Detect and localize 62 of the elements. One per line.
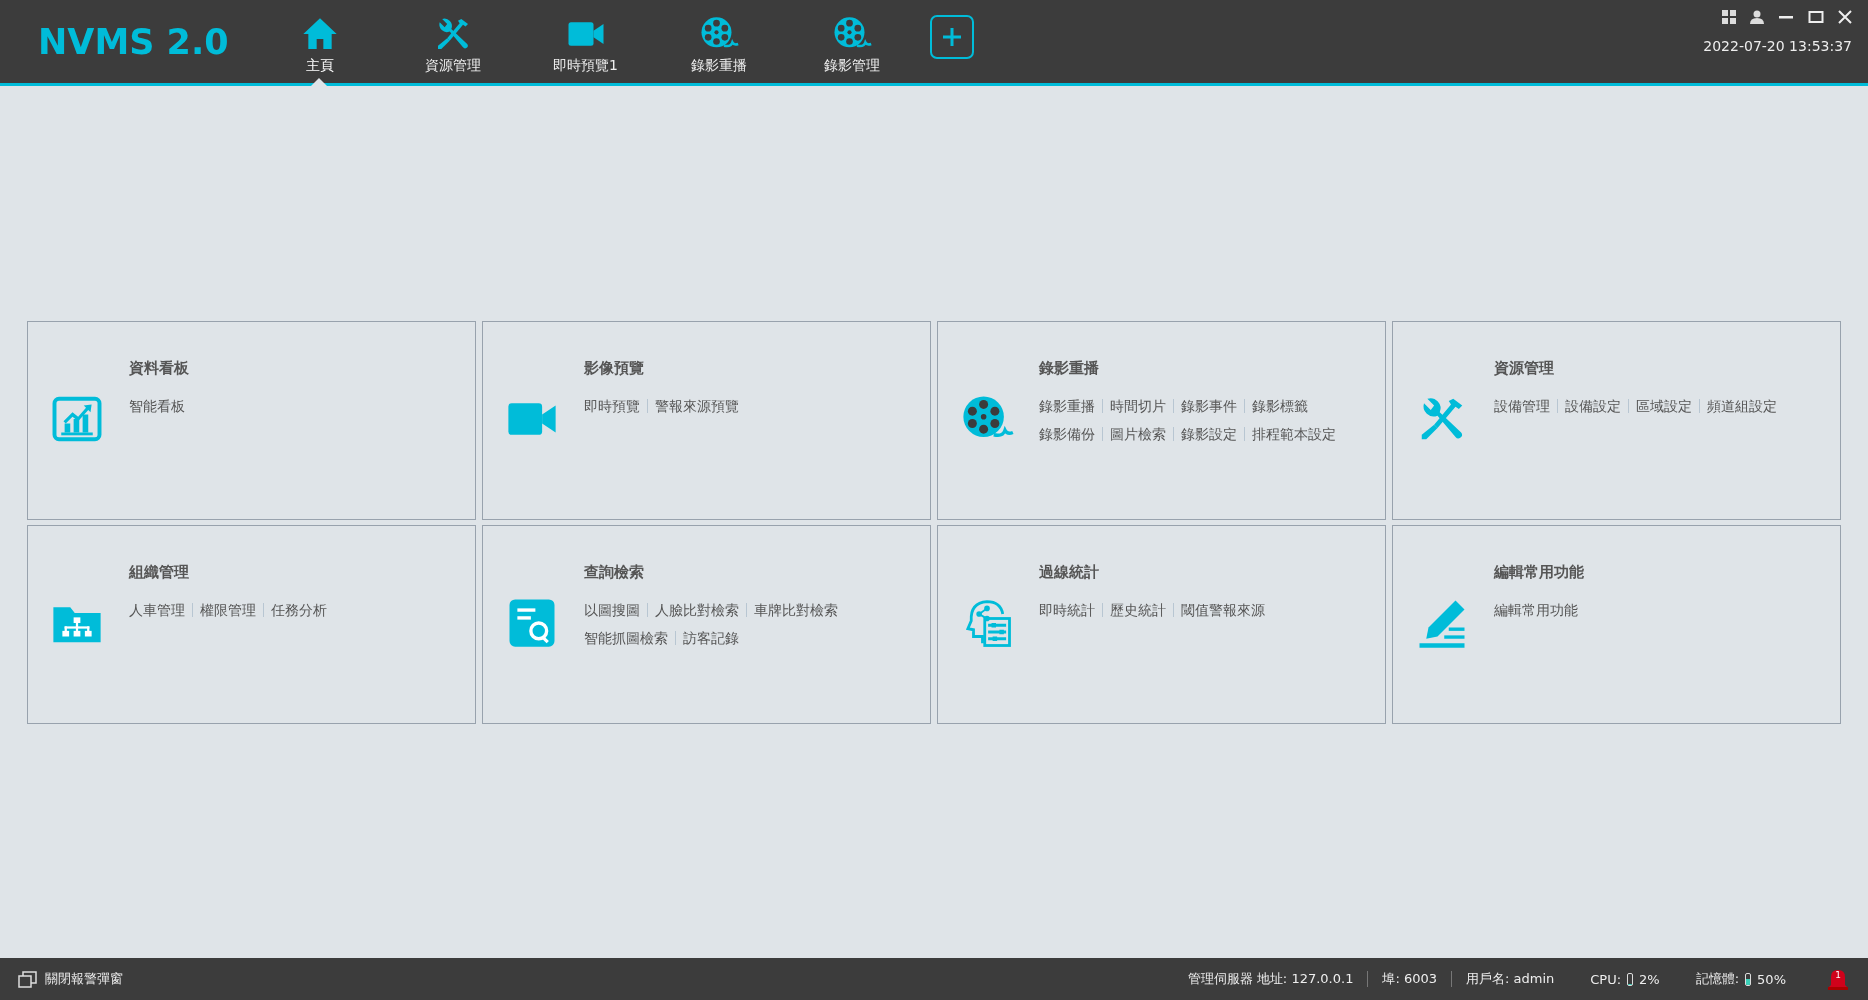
feature-link[interactable]: 頻道組設定 — [1707, 395, 1777, 416]
card-title: 組織管理 — [129, 561, 190, 582]
feature-link[interactable]: 訪客記錄 — [683, 627, 739, 648]
grid-icon[interactable] — [1722, 10, 1736, 24]
maximize-icon[interactable] — [1808, 10, 1824, 24]
cpu-reading: 2% — [1639, 971, 1660, 987]
feature-link[interactable]: 排程範本設定 — [1252, 423, 1336, 444]
feature-link[interactable]: 智能抓圖檢索 — [584, 627, 668, 648]
nav-tab[interactable]: 錄影重播 — [652, 0, 785, 83]
feature-link[interactable]: 圖片檢索 — [1110, 423, 1166, 444]
card-title: 錄影重播 — [1039, 357, 1100, 378]
feature-link[interactable]: 即時統計 — [1039, 599, 1095, 620]
card-title: 資源管理 — [1494, 357, 1555, 378]
feature-link[interactable]: 錄影重播 — [1039, 395, 1095, 416]
nav-tab[interactable]: 主頁 — [253, 0, 386, 83]
port-number: 埠: 6003 — [1382, 970, 1437, 988]
nav-tab[interactable]: 資源管理 — [386, 0, 519, 83]
card-title: 過線統計 — [1039, 561, 1100, 582]
feature-link[interactable]: 任務分析 — [271, 599, 327, 620]
alarm-bell-icon[interactable] — [1828, 968, 1848, 990]
windows-icon — [18, 970, 38, 988]
add-tab-button[interactable] — [930, 14, 974, 59]
user-name: 用戶名: admin — [1466, 970, 1555, 988]
nav-tab[interactable]: 即時預覽1 — [519, 0, 652, 83]
close-icon[interactable] — [1838, 10, 1852, 24]
app-logo: NVMS 2.0 — [37, 21, 230, 62]
feature-link[interactable]: 警報來源預覽 — [655, 395, 739, 416]
user-icon[interactable] — [1750, 10, 1764, 24]
memory-meter — [1745, 972, 1752, 986]
feature-link[interactable]: 設備管理 — [1494, 395, 1550, 416]
feature-link[interactable]: 閾值警報來源 — [1181, 599, 1265, 620]
feature-link[interactable]: 即時預覽 — [584, 395, 640, 416]
feature-link[interactable]: 錄影備份 — [1039, 423, 1095, 444]
card-title: 編輯常用功能 — [1494, 561, 1585, 582]
date-time: 2022-07-20 13:53:37 — [1703, 38, 1852, 55]
card-title: 查詢檢索 — [584, 561, 645, 582]
card-title: 影像預覽 — [584, 357, 645, 378]
feature-link[interactable]: 智能看板 — [129, 395, 185, 416]
selected-tab-pointer — [311, 78, 327, 86]
feature-link[interactable]: 編輯常用功能 — [1494, 599, 1578, 620]
cpu-meter — [1627, 972, 1634, 986]
feature-link[interactable]: 時間切片 — [1110, 395, 1166, 416]
feature-link[interactable]: 權限管理 — [200, 599, 256, 620]
feature-link[interactable]: 人臉比對檢索 — [655, 599, 739, 620]
close-alarm-popup-button[interactable]: 關閉報警彈窗 — [18, 970, 123, 988]
feature-link[interactable]: 錄影事件 — [1181, 395, 1237, 416]
server-address: 管理伺服器 地址: 127.0.0.1 — [1187, 970, 1354, 988]
card-title: 資料看板 — [129, 357, 190, 378]
memory-reading: 50% — [1757, 971, 1786, 987]
feature-link[interactable]: 區域設定 — [1636, 395, 1692, 416]
feature-link[interactable]: 歷史統計 — [1110, 599, 1166, 620]
feature-link[interactable]: 錄影標籤 — [1252, 395, 1308, 416]
alarm-count: 1 — [1834, 970, 1842, 980]
feature-link[interactable]: 以圖搜圖 — [584, 599, 640, 620]
plus-icon — [941, 25, 963, 48]
feature-link[interactable]: 車牌比對檢索 — [754, 599, 838, 620]
feature-link[interactable]: 設備設定 — [1565, 395, 1621, 416]
cpu-label: CPU: — [1590, 971, 1622, 987]
feature-link[interactable]: 人車管理 — [129, 599, 185, 620]
feature-link[interactable]: 錄影設定 — [1181, 423, 1237, 444]
nav-tab[interactable]: 錄影管理 — [785, 0, 918, 83]
memory-label: 記憶體: — [1695, 970, 1740, 988]
